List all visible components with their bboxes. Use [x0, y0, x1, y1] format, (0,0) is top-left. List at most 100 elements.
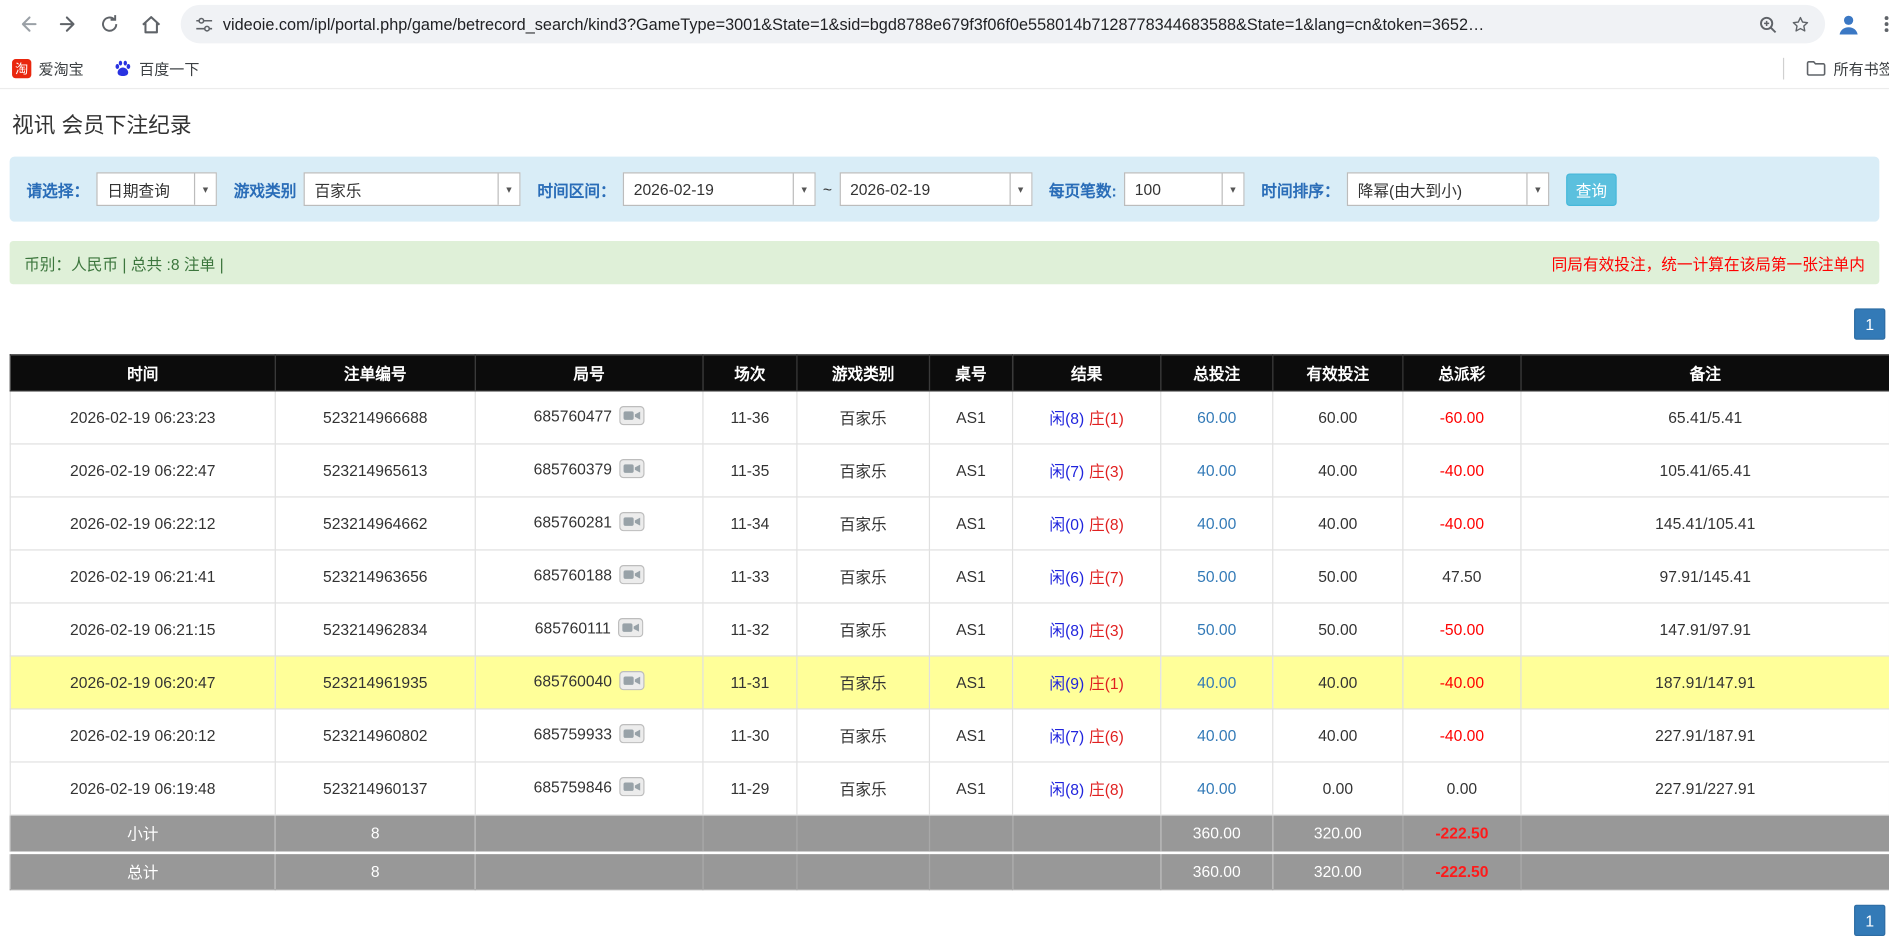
forward-button[interactable]	[48, 4, 89, 45]
header-session: 场次	[703, 355, 797, 391]
cell-note: 187.91/147.91	[1521, 656, 1889, 709]
result-banker: 庄(8)	[1089, 516, 1124, 534]
result-player: 闲(8)	[1049, 622, 1084, 640]
cell-payout: 0.00	[1403, 762, 1521, 815]
chevron-down-icon[interactable]: ▾	[793, 173, 815, 204]
menu-icon[interactable]	[1877, 13, 1889, 35]
pagination-page-1-bottom[interactable]: 1	[1854, 905, 1885, 936]
all-bookmarks[interactable]: 所有书签	[1783, 57, 1889, 80]
header-total-bet: 总投注	[1161, 355, 1273, 391]
pagination-top: 1	[10, 308, 1886, 339]
cell-total-bet[interactable]: 40.00	[1161, 709, 1273, 762]
profile-icon[interactable]	[1835, 10, 1863, 38]
chevron-down-icon[interactable]: ▾	[498, 173, 520, 204]
cell-result: 闲(6)庄(7)	[1013, 550, 1161, 603]
chevron-down-icon[interactable]: ▾	[1009, 173, 1031, 204]
video-replay-icon[interactable]	[619, 724, 644, 747]
subtotal-valid-bet: 320.00	[1273, 815, 1403, 852]
cell-total-bet[interactable]: 50.00	[1161, 550, 1273, 603]
refresh-icon	[99, 13, 121, 35]
result-player: 闲(0)	[1049, 516, 1084, 534]
video-replay-icon[interactable]	[618, 618, 643, 641]
total-payout: -222.50	[1403, 852, 1521, 889]
cell-table-no: AS1	[929, 444, 1012, 497]
result-banker: 庄(6)	[1089, 728, 1124, 746]
url-text[interactable]: videoie.com/ipl/portal.php/game/betrecor…	[223, 15, 1736, 33]
video-replay-icon[interactable]	[619, 512, 644, 535]
round-number: 685760040	[534, 672, 612, 690]
cell-total-bet[interactable]: 60.00	[1161, 391, 1273, 444]
cell-total-bet[interactable]: 40.00	[1161, 656, 1273, 709]
cell-total-bet[interactable]: 40.00	[1161, 497, 1273, 550]
date-from-select[interactable]: 2026-02-19 ▾	[623, 172, 816, 206]
cell-total-bet[interactable]: 40.00	[1161, 762, 1273, 815]
cell-session: 11-32	[703, 603, 797, 656]
cell-total-bet[interactable]: 40.00	[1161, 444, 1273, 497]
search-button[interactable]: 查询	[1566, 173, 1617, 206]
table-row: 2026-02-19 06:20:47 523214961935 6857600…	[10, 656, 1889, 709]
chevron-down-icon[interactable]: ▾	[194, 173, 216, 204]
cell-payout: -40.00	[1403, 656, 1521, 709]
page-size-select[interactable]: 100 ▾	[1124, 172, 1244, 206]
date-to-select[interactable]: 2026-02-19 ▾	[839, 172, 1032, 206]
video-replay-icon[interactable]	[619, 777, 644, 800]
address-bar[interactable]: videoie.com/ipl/portal.php/game/betrecor…	[181, 5, 1825, 44]
cell-table-no: AS1	[929, 497, 1012, 550]
cell-bet-id: 523214961935	[275, 656, 475, 709]
bookmark-aitaobao[interactable]: 淘 爱淘宝	[12, 57, 84, 80]
video-replay-icon[interactable]	[619, 459, 644, 482]
result-player: 闲(7)	[1049, 728, 1084, 746]
sort-select[interactable]: 降幂(由大到小) ▾	[1347, 172, 1549, 206]
round-number: 685760477	[534, 407, 612, 425]
bookmark-label: 百度一下	[139, 57, 199, 80]
home-icon	[139, 13, 162, 36]
header-row: 时间 注单编号 局号 场次 游戏类别 桌号 结果 总投注 有效投注 总派彩 备注	[10, 355, 1889, 391]
cell-valid-bet: 0.00	[1273, 762, 1403, 815]
video-replay-icon[interactable]	[619, 406, 644, 429]
cell-valid-bet: 50.00	[1273, 603, 1403, 656]
site-info-icon[interactable]	[195, 15, 213, 33]
home-button[interactable]	[130, 4, 171, 45]
video-replay-icon[interactable]	[619, 565, 644, 588]
filter-bar: 请选择： 日期查询 ▾ 游戏类别 百家乐 ▾ 时间区间： 2026-02-19 …	[10, 157, 1880, 222]
result-player: 闲(9)	[1049, 675, 1084, 693]
cell-time: 2026-02-19 06:23:23	[10, 391, 275, 444]
bookmark-star-icon[interactable]	[1790, 14, 1810, 34]
result-player: 闲(8)	[1049, 781, 1084, 799]
game-type-select[interactable]: 百家乐 ▾	[304, 172, 521, 206]
video-replay-icon[interactable]	[619, 671, 644, 694]
cell-result: 闲(7) 庄(6)	[1013, 709, 1161, 762]
cell-result: 闲(8)庄(1)	[1013, 391, 1161, 444]
zoom-icon[interactable]	[1758, 14, 1778, 34]
cell-note: 145.41/105.41	[1521, 497, 1889, 550]
bookmark-baidu[interactable]: 百度一下	[113, 57, 200, 80]
cell-round: 685760188	[475, 550, 703, 603]
subtotal-row: 小计 8 360.00 320.00 -222.50	[10, 815, 1889, 852]
query-type-select[interactable]: 日期查询 ▾	[96, 172, 216, 206]
page-title: 视讯 会员下注纪录	[12, 108, 1879, 139]
cell-round: 685759846	[475, 762, 703, 815]
table-body: 2026-02-19 06:23:23 523214966688 6857604…	[10, 391, 1889, 815]
cell-note: 105.41/65.41	[1521, 444, 1889, 497]
header-bet-id: 注单编号	[275, 355, 475, 391]
chevron-down-icon[interactable]: ▾	[1222, 173, 1244, 204]
result-player: 闲(6)	[1049, 569, 1084, 587]
header-game-type: 游戏类别	[797, 355, 930, 391]
cell-valid-bet: 40.00	[1273, 656, 1403, 709]
pagination-page-1[interactable]: 1	[1854, 308, 1885, 339]
result-banker: 庄(1)	[1089, 410, 1124, 428]
round-number: 685760111	[535, 619, 611, 637]
cell-time: 2026-02-19 06:20:12	[10, 709, 275, 762]
game-type-label: 游戏类别	[234, 178, 297, 201]
header-note: 备注	[1521, 355, 1889, 391]
cell-valid-bet: 60.00	[1273, 391, 1403, 444]
cell-bet-id: 523214963656	[275, 550, 475, 603]
chevron-down-icon[interactable]: ▾	[1526, 173, 1548, 204]
cell-round: 685760379	[475, 444, 703, 497]
cell-total-bet[interactable]: 50.00	[1161, 603, 1273, 656]
refresh-button[interactable]	[89, 4, 130, 45]
cell-game-type: 百家乐	[797, 497, 930, 550]
cell-note: 227.91/187.91	[1521, 709, 1889, 762]
back-button[interactable]	[7, 4, 48, 45]
result-banker: 庄(3)	[1089, 463, 1124, 481]
